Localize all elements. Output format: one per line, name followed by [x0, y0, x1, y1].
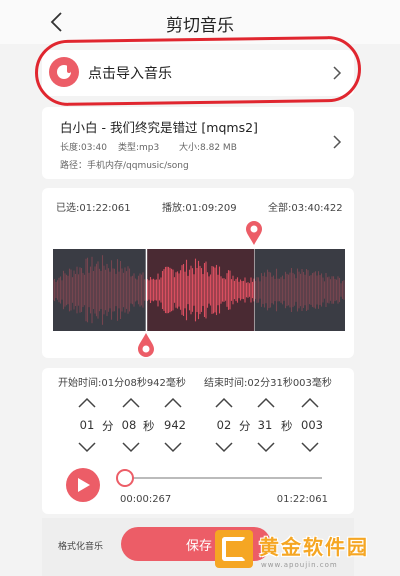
start-ms-value: 942 [164, 418, 186, 432]
song-info-row[interactable]: 白小白 - 我们终究是错过 [mqms2] 长度:03:40 类型:mp3 大小… [42, 107, 354, 179]
song-type: 类型:mp3 [118, 143, 160, 153]
song-duration: 长度:03:40 [60, 143, 107, 153]
start-marker-pin-icon[interactable] [137, 332, 155, 358]
song-path: 路径：手机内存/qqmusic/song [60, 161, 189, 171]
playback-progress-track[interactable] [126, 477, 322, 479]
watermark-logo-icon [215, 530, 253, 568]
start-time-label: 开始时间:01分08秒942毫秒 [58, 378, 186, 389]
start-second-value: 08 [121, 418, 137, 432]
end-ms-down-icon[interactable] [300, 441, 320, 453]
song-size: 大小:8.82 MB [179, 143, 237, 153]
song-title: 白小白 - 我们终究是错过 [mqms2] [60, 120, 258, 135]
import-music-label: 点击导入音乐 [88, 66, 172, 82]
save-button-label: 保存 [186, 539, 213, 554]
start-minute-down-icon[interactable] [77, 441, 97, 453]
app-header: 剪切音乐 [0, 0, 400, 44]
chevron-right-icon [333, 135, 342, 149]
start-ms-down-icon[interactable] [163, 441, 183, 453]
start-minute-unit: 分 [102, 419, 114, 433]
end-minute-down-icon[interactable] [214, 441, 234, 453]
import-music-row[interactable]: 点击导入音乐 [42, 50, 354, 96]
playback-current-time: 00:00:267 [120, 494, 172, 505]
chevron-right-icon [333, 66, 342, 80]
watermark-brand: 黄金软件园 [259, 535, 369, 559]
watermark-url: www.apoujin.com [261, 561, 338, 569]
start-second-down-icon[interactable] [121, 441, 141, 453]
end-second-unit: 秒 [281, 419, 293, 433]
end-second-down-icon[interactable] [256, 441, 276, 453]
page-title: 剪切音乐 [166, 16, 234, 36]
end-time-label: 结束时间:02分31秒003毫秒 [204, 378, 332, 389]
start-second-unit: 秒 [143, 419, 155, 433]
end-ms-up-icon[interactable] [300, 397, 320, 409]
site-watermark: 黄金软件园 www.apoujin.com [215, 528, 395, 574]
start-minute-value: 01 [79, 418, 95, 432]
end-second-value: 31 [257, 418, 273, 432]
play-button[interactable] [66, 468, 100, 502]
end-ms-value: 003 [301, 418, 323, 432]
format-music-link[interactable]: 格式化音乐 [58, 539, 103, 552]
playback-end-time: 01:22:061 [276, 494, 328, 505]
selected-duration: 已选:01:22:061 [56, 203, 131, 214]
start-second-up-icon[interactable] [121, 397, 141, 409]
play-icon [78, 478, 90, 492]
range-controls: 开始时间:01分08秒942毫秒 结束时间:02分31秒003毫秒 01 分 0… [42, 368, 354, 514]
waveform-editor: 已选:01:22:061 播放:01:09:209 全部:03:40:422 [42, 188, 354, 358]
end-marker-pin-icon[interactable] [245, 220, 263, 246]
waveform-canvas[interactable] [53, 249, 345, 331]
playback-position: 播放:01:09:209 [162, 203, 237, 214]
end-minute-unit: 分 [239, 419, 251, 433]
playback-progress-knob[interactable] [116, 469, 134, 487]
end-second-up-icon[interactable] [256, 397, 276, 409]
end-minute-value: 02 [216, 418, 232, 432]
start-minute-up-icon[interactable] [77, 397, 97, 409]
total-duration: 全部:03:40:422 [268, 203, 343, 214]
start-ms-up-icon[interactable] [163, 397, 183, 409]
music-disc-icon [49, 57, 79, 87]
end-minute-up-icon[interactable] [214, 397, 234, 409]
